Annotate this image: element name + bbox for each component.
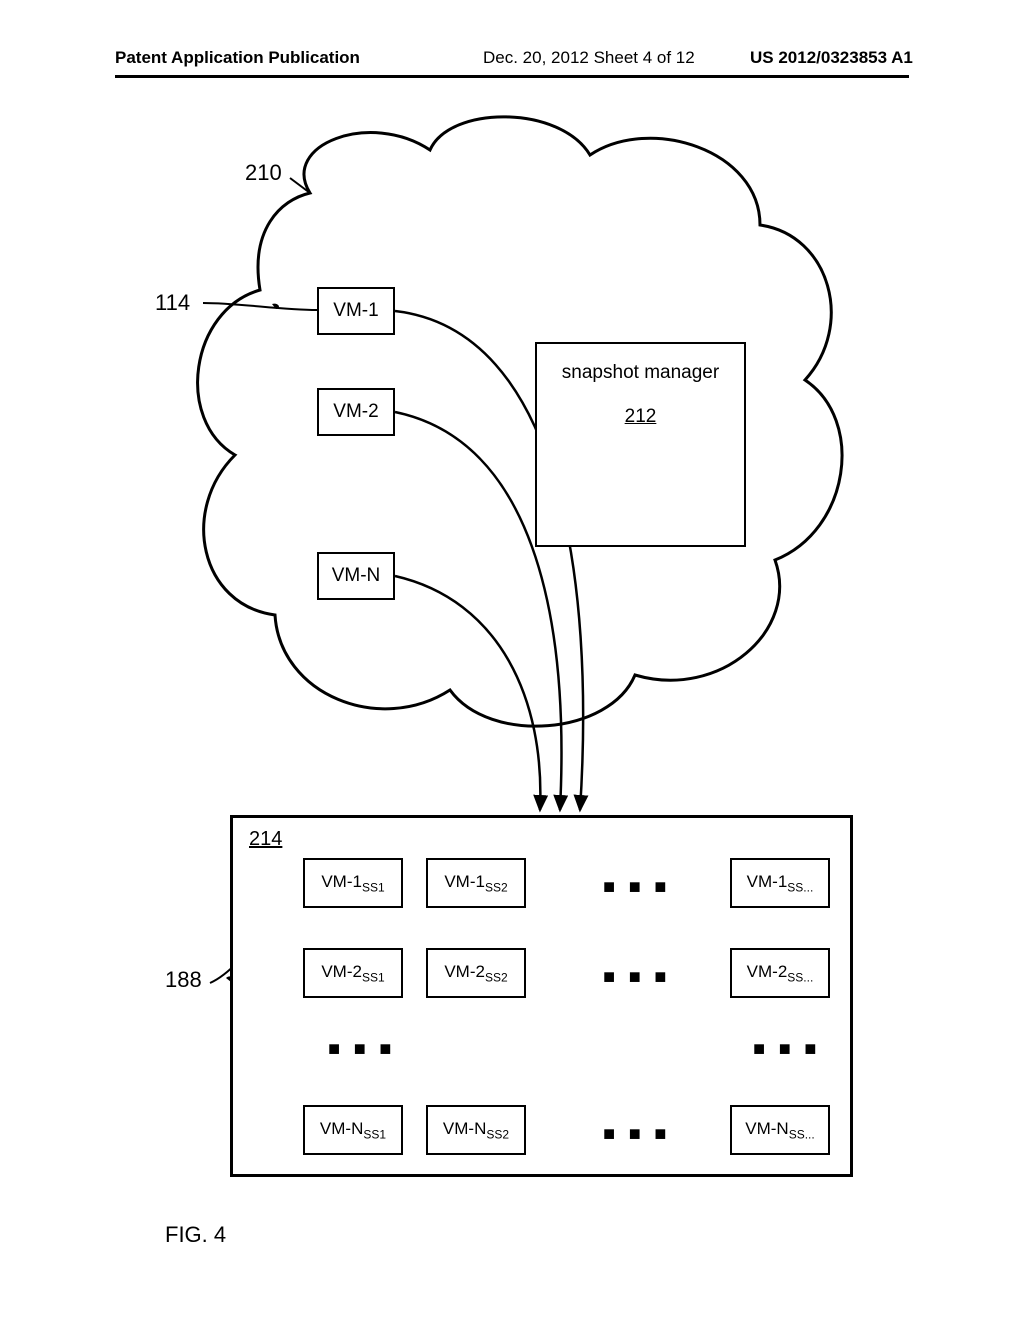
ref-label-188: 188: [165, 967, 202, 993]
figure-caption: FIG. 4: [165, 1222, 226, 1248]
ss-vm2-ssn: VM-2SS...: [730, 948, 830, 998]
vm-1-label: VM-1: [333, 300, 378, 322]
header-center: Dec. 20, 2012 Sheet 4 of 12: [483, 48, 695, 68]
page-header: Patent Application Publication Dec. 20, …: [0, 48, 1024, 72]
ss-vmn-ss1: VM-NSS1: [303, 1105, 403, 1155]
ss-vm2-ss2: VM-2SS2: [426, 948, 526, 998]
storage-box: 214 VM-1SS1 VM-1SS2 ■ ■ ■ VM-1SS... VM-2…: [230, 815, 853, 1177]
ss-vm1-ss2: VM-1SS2: [426, 858, 526, 908]
ss-vm2-ss1: VM-2SS1: [303, 948, 403, 998]
ellipsis-icon: ■ ■ ■: [328, 1038, 395, 1061]
snapshot-manager-ref: 212: [537, 406, 744, 428]
vm-2-box: VM-2: [317, 388, 395, 436]
ellipsis-icon: ■ ■ ■: [753, 1038, 820, 1061]
ss-vmn-ss2: VM-NSS2: [426, 1105, 526, 1155]
ref-label-114: 114: [155, 290, 190, 316]
header-rule: [115, 75, 909, 78]
ellipsis-icon: ■ ■ ■: [603, 876, 670, 899]
snapshot-manager-title: snapshot manager: [562, 362, 719, 383]
ref-label-210: 210: [245, 160, 282, 186]
header-right: US 2012/0323853 A1: [750, 48, 913, 68]
ss-vmn-ssn: VM-NSS...: [730, 1105, 830, 1155]
ss-vm1-ssn: VM-1SS...: [730, 858, 830, 908]
vm-2-label: VM-2: [333, 401, 378, 423]
ss-vm1-ss1: VM-1SS1: [303, 858, 403, 908]
vm-n-box: VM-N: [317, 552, 395, 600]
ellipsis-icon: ■ ■ ■: [603, 966, 670, 989]
header-left: Patent Application Publication: [115, 48, 360, 68]
vm-n-label: VM-N: [332, 565, 381, 587]
ellipsis-icon: ■ ■ ■: [603, 1123, 670, 1146]
snapshot-manager-box: snapshot manager 212: [535, 342, 746, 547]
vm-1-box: VM-1: [317, 287, 395, 335]
storage-ref-214: 214: [249, 828, 282, 851]
